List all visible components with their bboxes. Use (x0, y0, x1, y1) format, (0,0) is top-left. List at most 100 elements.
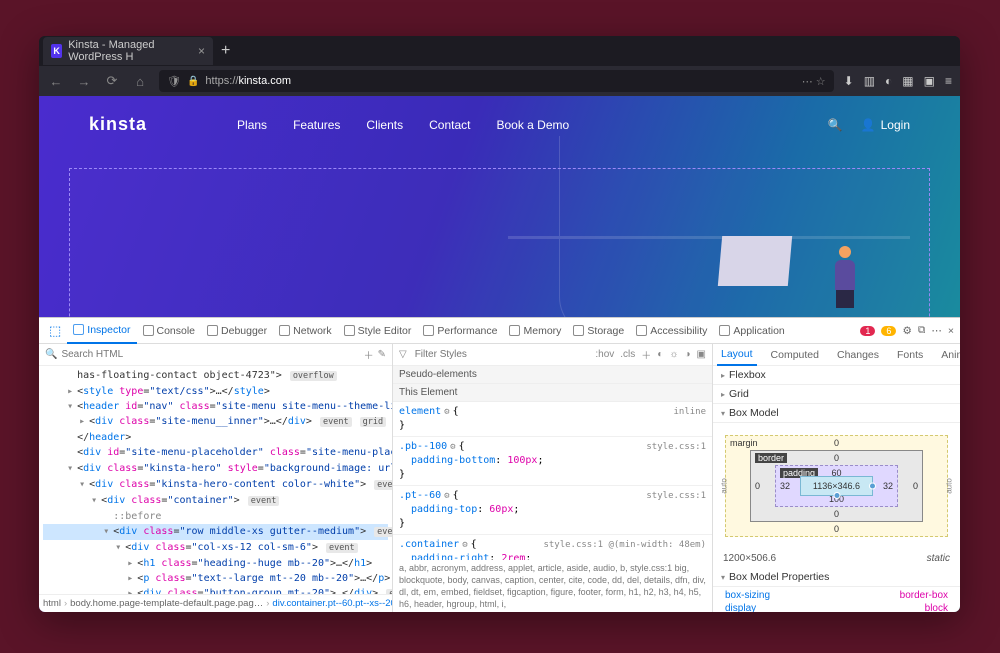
devtools-tab-network[interactable]: Network (273, 318, 338, 344)
devtools: ⬚ InspectorConsoleDebuggerNetworkStyle E… (39, 317, 960, 612)
toolbar-icons: ⬇ ▥ ◐ ▦ ▣ ≡ (844, 74, 952, 88)
error-count-badge[interactable]: 1 (860, 326, 875, 336)
html-tree-line[interactable]: ▾<div class="kinsta-hero" style="backgro… (43, 461, 388, 477)
devtools-tab-application[interactable]: Application (713, 318, 790, 344)
devtools-tab-style-editor[interactable]: Style Editor (338, 318, 418, 344)
html-tree-line[interactable]: ▾<div class="row middle-xs gutter--mediu… (43, 524, 388, 540)
devtools-close-icon[interactable]: × (948, 325, 954, 337)
layout-tabs: Layout Computed Changes Fonts Animations (713, 344, 960, 366)
devtools-tabs: ⬚ InspectorConsoleDebuggerNetworkStyle E… (39, 318, 960, 344)
downloads-icon[interactable]: ⬇ (844, 74, 854, 88)
box-model-section-header[interactable]: ▾Box Model (713, 404, 960, 423)
layout-tab-changes[interactable]: Changes (833, 344, 883, 366)
bm-content: 1136×346.6 (800, 476, 873, 496)
add-node-icon[interactable]: ＋ (364, 347, 374, 362)
node-picker-icon[interactable]: ⬚ (45, 323, 65, 339)
layout-tab-animations[interactable]: Animations (937, 344, 960, 366)
html-tree-line[interactable]: <div id="site-menu-placeholder" class="s… (43, 445, 388, 461)
html-tree[interactable]: has-floating-contact object-4723"> overf… (39, 366, 392, 594)
tab-bar: K Kinsta - Managed WordPress H × + (39, 36, 960, 66)
breadcrumb-item[interactable]: div.container.pt--60.pt--xs--20.pb--100 (272, 598, 392, 609)
ext2-icon[interactable]: ▣ (924, 74, 935, 88)
html-tree-line[interactable]: ::before (43, 509, 388, 524)
url-actions[interactable]: ⋯ ☆ (802, 75, 826, 88)
bm-margin: margin 0 0 auto auto border 0 0 0 0 (725, 435, 948, 537)
devtools-tab-inspector[interactable]: Inspector (67, 318, 136, 344)
html-tree-line[interactable]: ▾<div class="col-xs-12 col-sm-6"> event (43, 540, 388, 556)
devtools-settings-icon[interactable]: ⚙ (902, 325, 911, 337)
url-bar[interactable]: 🛡 🔒 https://kinsta.com ⋯ ☆ (159, 70, 834, 92)
flexbox-section-header[interactable]: ▸Flexbox (713, 366, 960, 385)
layout-tab-fonts[interactable]: Fonts (893, 344, 927, 366)
back-button[interactable]: ← (47, 74, 65, 89)
devtools-tab-debugger[interactable]: Debugger (201, 318, 273, 344)
css-rule[interactable]: .pt--60 ⚙ {style.css:1padding-top: 60px;… (393, 486, 712, 535)
forward-button[interactable]: → (75, 74, 93, 89)
inherited-rules-text: a, abbr, acronym, address, applet, artic… (393, 560, 712, 612)
home-button[interactable]: ⌂ (131, 74, 149, 89)
shield-icon[interactable]: 🛡 (167, 75, 181, 88)
box-model-properties: box-sizingborder-boxdisplayblockfloatnon… (713, 587, 960, 612)
light-dark-icon[interactable]: ◐ (657, 349, 663, 360)
hov-toggle[interactable]: :hov (595, 349, 614, 360)
browser-tab[interactable]: K Kinsta - Managed WordPress H × (43, 37, 213, 65)
content-area: kinsta PlansFeaturesClientsContactBook a… (39, 96, 960, 612)
filter-styles-input[interactable] (415, 349, 588, 360)
devtools-tab-accessibility[interactable]: Accessibility (630, 318, 713, 344)
html-tree-line[interactable]: ▸<div class="button-group mt--20">…</div… (43, 586, 388, 594)
html-panel: 🔍 ＋ ✎ has-floating-contact object-4723">… (39, 344, 393, 612)
extensions-icon[interactable]: ▦ (902, 74, 913, 88)
devtools-tab-memory[interactable]: Memory (503, 318, 567, 344)
color-scheme-icon[interactable]: ◑ (685, 349, 691, 360)
reduced-motion-icon[interactable]: ▣ (697, 349, 706, 360)
search-html-input[interactable] (61, 349, 359, 360)
account-icon[interactable]: ◐ (885, 74, 892, 88)
css-rule[interactable]: element ⚙ {inline} (393, 402, 712, 437)
css-rule[interactable]: .container ⚙ {style.css:1 @(min-width: 4… (393, 535, 712, 560)
html-tree-line[interactable]: ▸<h1 class="heading--huge mb--20">…</h1> (43, 556, 388, 571)
html-tree-line[interactable]: </header> (43, 430, 388, 445)
eyedropper-icon[interactable]: ✎ (378, 349, 386, 360)
tab-title: Kinsta - Managed WordPress H (68, 39, 192, 63)
html-tree-line[interactable]: ▸<div class="site-menu__inner">…</div> e… (43, 414, 388, 430)
this-element-header: This Element (393, 384, 712, 402)
styles-panel: ▽ :hov .cls ＋ ◐ ☼ ◑ ▣ Pseudo-elements (393, 344, 713, 612)
devtools-dock-icon[interactable]: ⧉ (918, 324, 926, 337)
box-model-properties-header[interactable]: ▾Box Model Properties (713, 568, 960, 587)
css-rules-list[interactable]: element ⚙ {inline}.pb--100 ⚙ {style.css:… (393, 402, 712, 560)
html-tree-line[interactable]: ▾<div class="kinsta-hero-content color--… (43, 477, 388, 493)
html-tree-line[interactable]: ▸<p class="text--large mt--20 mb--20">…<… (43, 571, 388, 586)
new-tab-button[interactable]: + (213, 42, 238, 60)
grid-section-header[interactable]: ▸Grid (713, 385, 960, 404)
bm-padding: padding 60 100 32 32 1136×346.6 (775, 465, 898, 507)
layout-tab-computed[interactable]: Computed (767, 344, 823, 366)
pseudo-elements-header[interactable]: Pseudo-elements (393, 366, 712, 384)
layout-tab-layout[interactable]: Layout (717, 344, 757, 366)
cls-toggle[interactable]: .cls (620, 349, 635, 360)
breadcrumb-item[interactable]: body.home.page-template-default.page.pag… (70, 598, 263, 609)
breadcrumb[interactable]: html›body.home.page-template-default.pag… (39, 594, 392, 612)
devtools-more-icon[interactable]: ⋯ (931, 325, 942, 337)
close-icon[interactable]: × (198, 44, 205, 58)
box-model-diagram[interactable]: margin 0 0 auto auto border 0 0 0 0 (713, 423, 960, 549)
devtools-tab-storage[interactable]: Storage (567, 318, 630, 344)
devtools-tab-performance[interactable]: Performance (417, 318, 503, 344)
reload-button[interactable]: ⟳ (103, 73, 121, 89)
menu-icon[interactable]: ≡ (945, 74, 952, 88)
tab-favicon: K (51, 44, 62, 58)
print-media-icon[interactable]: ☼ (669, 349, 678, 360)
html-tree-line[interactable]: has-floating-contact object-4723"> overf… (43, 368, 388, 384)
box-model-prop: displayblock (713, 602, 960, 612)
warning-count-badge[interactable]: 6 (881, 326, 896, 336)
html-tree-line[interactable]: ▾<div class="container"> event (43, 493, 388, 509)
html-tree-line[interactable]: ▾<header id="nav" class="site-menu site-… (43, 399, 388, 414)
browser-window: K Kinsta - Managed WordPress H × + ← → ⟳… (39, 36, 960, 612)
css-rule[interactable]: .pb--100 ⚙ {style.css:1padding-bottom: 1… (393, 437, 712, 486)
library-icon[interactable]: ▥ (864, 74, 875, 88)
lock-icon[interactable]: 🔒 (187, 76, 199, 87)
breadcrumb-item[interactable]: html (43, 598, 61, 609)
html-tree-line[interactable]: ▸<style type="text/css">…</style> (43, 384, 388, 399)
new-rule-icon[interactable]: ＋ (641, 347, 651, 362)
devtools-tab-console[interactable]: Console (137, 318, 202, 344)
hero-illustration (720, 226, 880, 326)
